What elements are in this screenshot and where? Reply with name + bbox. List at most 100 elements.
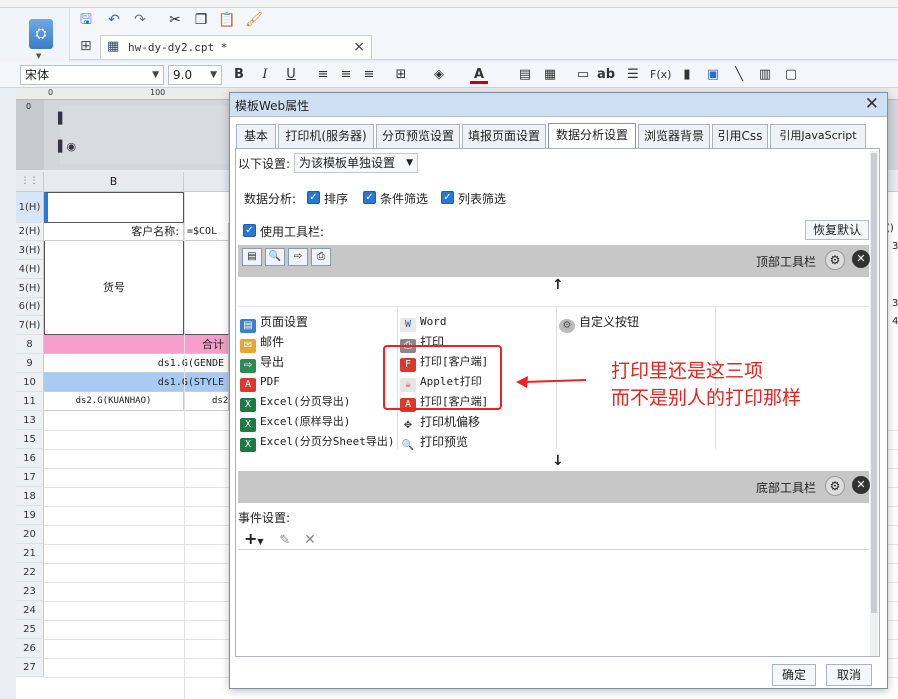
row-header[interactable]: 23 bbox=[16, 582, 44, 601]
save-icon[interactable]: 🖫 bbox=[76, 10, 96, 30]
row-header[interactable]: 17 bbox=[16, 468, 44, 487]
row-header[interactable]: 2(H) bbox=[16, 223, 44, 241]
item-page-setup[interactable]: ▤ 页面设置 bbox=[240, 312, 308, 333]
remove-icon[interactable]: ✕ bbox=[852, 476, 870, 494]
fill-color-icon[interactable]: ◈ bbox=[430, 66, 448, 84]
row-header[interactable]: 26 bbox=[16, 639, 44, 658]
format-painter-icon[interactable]: 🖌 bbox=[244, 10, 264, 30]
row-header[interactable]: 9 bbox=[16, 354, 44, 373]
cancel-button[interactable]: 取消 bbox=[826, 664, 872, 686]
italic-button[interactable]: I bbox=[256, 66, 274, 84]
row-header[interactable]: 8 bbox=[16, 335, 44, 354]
row-header[interactable]: 25 bbox=[16, 620, 44, 639]
cell-c3[interactable] bbox=[184, 241, 229, 335]
row-header[interactable]: 7(H) bbox=[16, 316, 44, 335]
close-icon[interactable]: × bbox=[353, 39, 365, 55]
condition-filter-checkbox[interactable]: ✓ bbox=[363, 191, 376, 204]
copy-icon[interactable]: ❐ bbox=[191, 10, 211, 30]
tab-fill-page[interactable]: 填报页面设置 bbox=[462, 124, 546, 148]
gender-expr-cell[interactable]: ds1.G(GENDE bbox=[44, 354, 229, 373]
undo-icon[interactable]: ↶ bbox=[104, 10, 124, 30]
paragraph-icon[interactable]: ☰ bbox=[624, 66, 642, 84]
tab-css[interactable]: 引用Css bbox=[712, 124, 768, 148]
row-header[interactable]: 6(H) bbox=[16, 298, 44, 316]
chart-icon[interactable]: ▮ bbox=[678, 66, 696, 84]
item-pdf[interactable]: A PDF bbox=[240, 372, 280, 392]
print-icon[interactable]: ⎙ bbox=[311, 248, 331, 266]
row-header[interactable]: 3(H) bbox=[16, 241, 44, 260]
font-name-select[interactable]: 宋体 ▼ bbox=[20, 65, 164, 85]
subreport-icon[interactable]: ▥ bbox=[756, 66, 774, 84]
tab-javascript[interactable]: 引用JavaScript bbox=[770, 124, 866, 148]
item-export[interactable]: ⇨ 导出 bbox=[240, 352, 284, 373]
row-header[interactable]: 19 bbox=[16, 506, 44, 525]
slash-icon[interactable]: ╲ bbox=[730, 66, 748, 84]
merge-icon[interactable]: ▤ bbox=[516, 66, 534, 84]
column-header-b[interactable]: B bbox=[44, 172, 184, 192]
row-header[interactable]: 20 bbox=[16, 525, 44, 544]
page-icon[interactable]: ▤ bbox=[242, 248, 262, 266]
tab-data-analysis[interactable]: 数据分析设置 bbox=[548, 123, 636, 148]
row-header[interactable]: 22 bbox=[16, 563, 44, 582]
arrow-up-icon[interactable]: ↑ bbox=[552, 277, 564, 293]
row-header[interactable]: 27 bbox=[16, 658, 44, 677]
template-design-icon[interactable]: ⛭ bbox=[29, 19, 53, 49]
border-icon[interactable]: ⊞ bbox=[392, 66, 410, 84]
remove-icon[interactable]: ✕ bbox=[852, 250, 870, 268]
row-header[interactable]: 13 bbox=[16, 411, 44, 430]
chevron-down-icon[interactable]: ▼ bbox=[257, 537, 263, 546]
event-list[interactable] bbox=[238, 549, 869, 654]
row-header[interactable]: 24 bbox=[16, 601, 44, 620]
font-size-select[interactable]: 9.0 ▼ bbox=[168, 65, 222, 85]
row-header[interactable]: 21 bbox=[16, 544, 44, 563]
style-expr-cell[interactable]: ds1.G(STYLE bbox=[44, 373, 229, 392]
align-right-icon[interactable]: ≡ bbox=[360, 66, 378, 84]
bold-button[interactable]: B bbox=[230, 66, 248, 84]
row-header[interactable]: 15 bbox=[16, 430, 44, 449]
row-header[interactable]: 18 bbox=[16, 487, 44, 506]
row-header[interactable]: 5(H) bbox=[16, 279, 44, 298]
row-header[interactable]: 16 bbox=[16, 449, 44, 468]
dialog-title-bar[interactable]: 模板Web属性 ✕ bbox=[230, 93, 887, 117]
restore-default-button[interactable]: 恢复默认 bbox=[805, 220, 869, 240]
close-icon[interactable]: ✕ bbox=[865, 94, 879, 114]
preview-icon[interactable]: 🔍 bbox=[265, 248, 285, 266]
align-center-icon[interactable]: ≡ bbox=[337, 66, 355, 84]
ds2-cell[interactable]: ds2 bbox=[184, 392, 229, 411]
customer-value-cell[interactable]: =$COL bbox=[184, 223, 229, 241]
item-mail[interactable]: ✉ 邮件 bbox=[240, 332, 284, 353]
goods-no-cell[interactable]: 货号 bbox=[44, 241, 184, 335]
export-icon[interactable]: ⇨ bbox=[288, 248, 308, 266]
item-print-preview[interactable]: 🔍 打印预览 bbox=[400, 432, 468, 453]
sheet-corner[interactable]: ⋮⋮ bbox=[16, 172, 44, 192]
underline-button[interactable]: U bbox=[282, 66, 300, 84]
gear-icon[interactable]: ⚙ bbox=[825, 250, 845, 270]
delete-icon[interactable]: ✕ bbox=[304, 532, 316, 548]
tab-printer-server[interactable]: 打印机(服务器) bbox=[278, 124, 374, 148]
kuanhao-expr-cell[interactable]: ds2.G(KUANHAO) bbox=[44, 392, 184, 411]
scrollbar-thumb[interactable] bbox=[871, 153, 877, 613]
add-icon[interactable]: + bbox=[244, 529, 257, 548]
chevron-down-icon[interactable]: ▼ bbox=[36, 52, 41, 60]
radio-icon[interactable]: ▌◉ bbox=[58, 140, 76, 153]
frame-icon[interactable]: ▢ bbox=[782, 66, 800, 84]
band-handle[interactable]: ▌ bbox=[58, 112, 66, 125]
total-cell[interactable]: 合计 bbox=[44, 335, 229, 354]
tab-page-preview[interactable]: 分页预览设置 bbox=[376, 124, 460, 148]
arrow-down-icon[interactable]: ↓ bbox=[552, 453, 564, 469]
item-printer-offset[interactable]: ✥ 打印机偏移 bbox=[400, 412, 480, 433]
file-tab[interactable]: ▦ hw-dy-dy2.cpt * × bbox=[100, 35, 372, 59]
cell-b1[interactable] bbox=[44, 192, 184, 223]
ok-button[interactable]: 确定 bbox=[772, 664, 816, 686]
redo-icon[interactable]: ↷ bbox=[130, 10, 150, 30]
gear-icon[interactable]: ⚙ bbox=[825, 476, 845, 496]
customer-label-cell[interactable]: 客户名称: bbox=[44, 223, 184, 241]
tab-browser-background[interactable]: 浏览器背景 bbox=[638, 124, 710, 148]
row-header[interactable]: 10 bbox=[16, 373, 44, 392]
align-left-icon[interactable]: ≡ bbox=[314, 66, 332, 84]
edit-icon[interactable]: ✎ bbox=[279, 533, 290, 548]
item-word[interactable]: W Word bbox=[400, 312, 447, 332]
list-filter-checkbox[interactable]: ✓ bbox=[441, 191, 454, 204]
cut-icon[interactable]: ✂ bbox=[165, 10, 185, 30]
formula-button[interactable]: F(x) bbox=[650, 66, 671, 84]
